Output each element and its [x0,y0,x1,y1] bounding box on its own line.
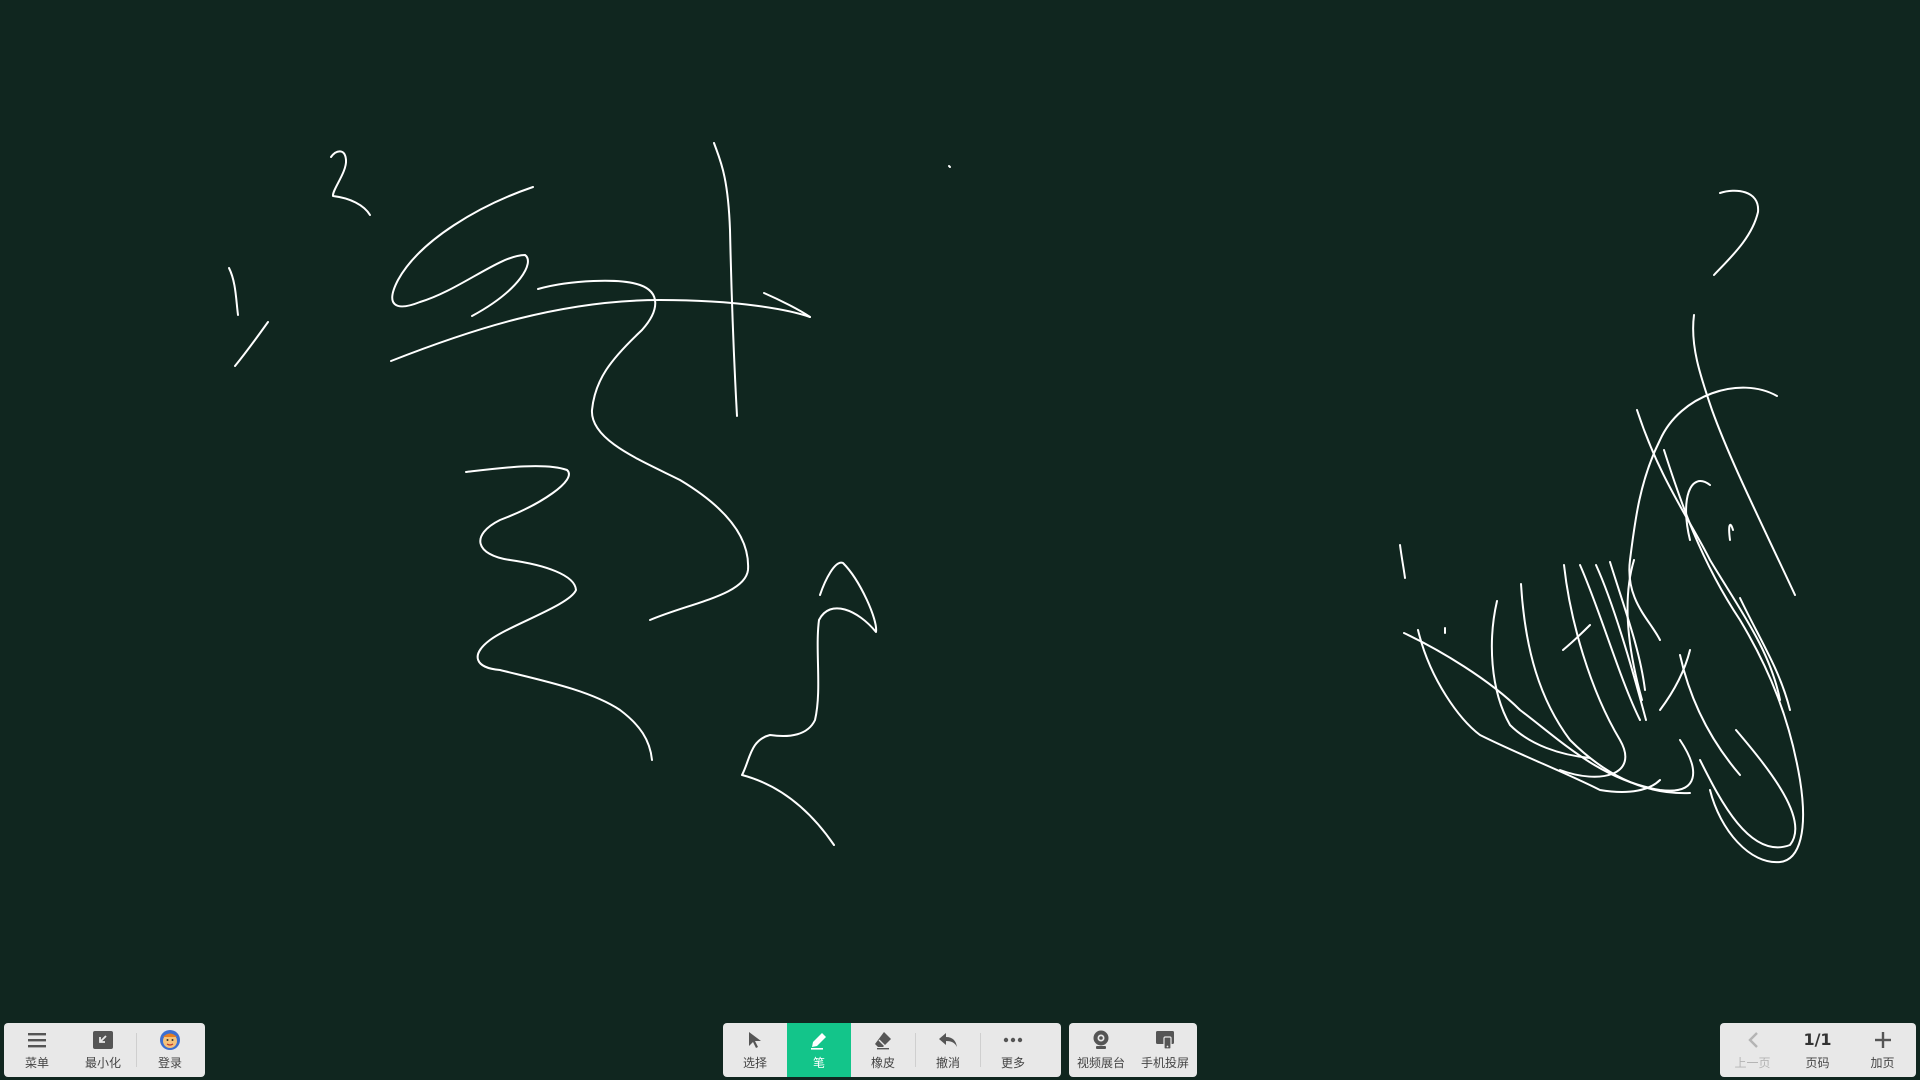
more-label: 更多 [1000,1056,1025,1070]
tool-toolbar: 选择 笔 橡皮 撤消 更多 [723,1023,1061,1077]
minimize-button[interactable]: 最小化 [70,1023,136,1077]
select-label: 选择 [742,1056,767,1070]
minimize-label: 最小化 [84,1056,121,1070]
more-icon [1002,1029,1024,1051]
prev-page-button[interactable]: 上一页 [1720,1023,1785,1077]
video-booth-label: 视频展台 [1076,1056,1125,1070]
pen-tool-button[interactable]: 笔 [787,1023,851,1077]
login-button[interactable]: 登录 [137,1023,203,1077]
eraser-icon [872,1029,894,1051]
eraser-label: 橡皮 [870,1056,895,1070]
phone-cast-label: 手机投屏 [1140,1056,1189,1070]
undo-icon [937,1029,959,1051]
menu-label: 菜单 [24,1056,49,1070]
page-indicator: 1/1 [1803,1030,1832,1049]
page-number-button[interactable]: 1/1 页码 [1785,1023,1850,1077]
more-button[interactable]: 更多 [981,1023,1045,1077]
drawing-canvas[interactable] [0,0,1920,1080]
add-page-button[interactable]: 加页 [1850,1023,1915,1077]
login-label: 登录 [157,1056,182,1070]
menu-icon [26,1029,48,1051]
chevron-left-icon [1742,1029,1764,1051]
ink-stroke [948,165,951,168]
minimize-icon [92,1029,114,1051]
plus-icon [1872,1029,1894,1051]
avatar-icon [159,1029,181,1051]
cursor-icon [744,1029,766,1051]
media-toolbar: 视频展台 手机投屏 [1069,1023,1197,1077]
undo-label: 撤消 [935,1056,960,1070]
select-tool-button[interactable]: 选择 [723,1023,787,1077]
page-toolbar: 上一页 1/1 页码 加页 [1720,1023,1916,1077]
add-page-label: 加页 [1870,1056,1895,1070]
pen-icon [808,1029,830,1051]
left-toolbar: 菜单 最小化 登录 [4,1023,205,1077]
eraser-tool-button[interactable]: 橡皮 [851,1023,915,1077]
pen-label: 笔 [812,1056,825,1070]
video-booth-button[interactable]: 视频展台 [1069,1023,1133,1077]
page-number-label: 页码 [1805,1056,1830,1070]
camera-icon [1090,1029,1112,1051]
phone-cast-button[interactable]: 手机投屏 [1133,1023,1197,1077]
menu-button[interactable]: 菜单 [4,1023,70,1077]
phone-cast-icon [1154,1029,1176,1051]
undo-button[interactable]: 撤消 [916,1023,980,1077]
prev-page-label: 上一页 [1734,1056,1771,1070]
